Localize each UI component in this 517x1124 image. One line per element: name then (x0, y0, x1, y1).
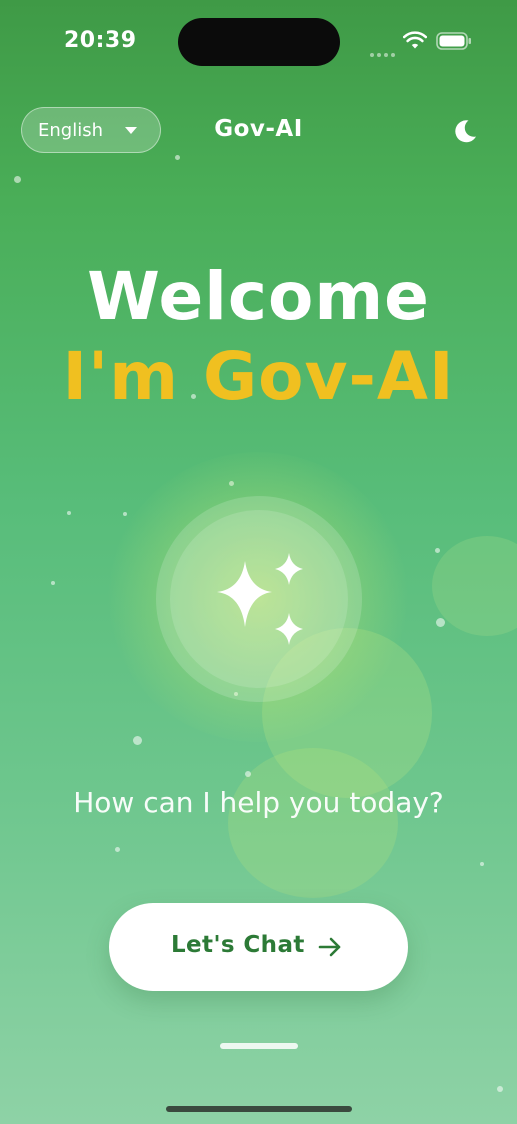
moon-icon[interactable] (450, 116, 480, 146)
wifi-icon (403, 31, 427, 49)
background-dot (436, 618, 445, 627)
home-indicator[interactable] (166, 1106, 352, 1112)
background-dot (115, 847, 120, 852)
background-blob (228, 748, 398, 898)
app-title: Gov-AI (214, 116, 303, 142)
background-dot (480, 862, 484, 866)
status-bar: 20:39 (0, 0, 517, 80)
dynamic-island (178, 18, 340, 66)
cellular-signal-icon (370, 42, 400, 57)
status-time: 20:39 (64, 28, 137, 53)
welcome-heading: Welcome (87, 258, 430, 335)
background-dot (133, 736, 142, 745)
background-dot (51, 581, 55, 585)
background-blob (432, 536, 517, 636)
lets-chat-label: Let's Chat (171, 932, 305, 958)
background-dot (497, 1086, 503, 1092)
page-indicator (220, 1043, 298, 1049)
background-dot (435, 548, 440, 553)
battery-icon (436, 32, 471, 50)
background-dot (14, 176, 21, 183)
background-dot (67, 511, 71, 515)
background-dot (123, 512, 127, 516)
background-dot (245, 771, 251, 777)
lets-chat-button[interactable]: Let's Chat (109, 903, 408, 991)
sparkles-icon (217, 553, 303, 645)
welcome-screen: 20:39 English Gov-AI Welcome I'm Gov-AI (0, 0, 517, 1124)
assistant-name-heading: I'm Gov-AI (62, 338, 455, 415)
arrow-right-icon (318, 937, 341, 957)
help-prompt: How can I help you today? (73, 786, 444, 819)
background-dot (175, 155, 180, 160)
